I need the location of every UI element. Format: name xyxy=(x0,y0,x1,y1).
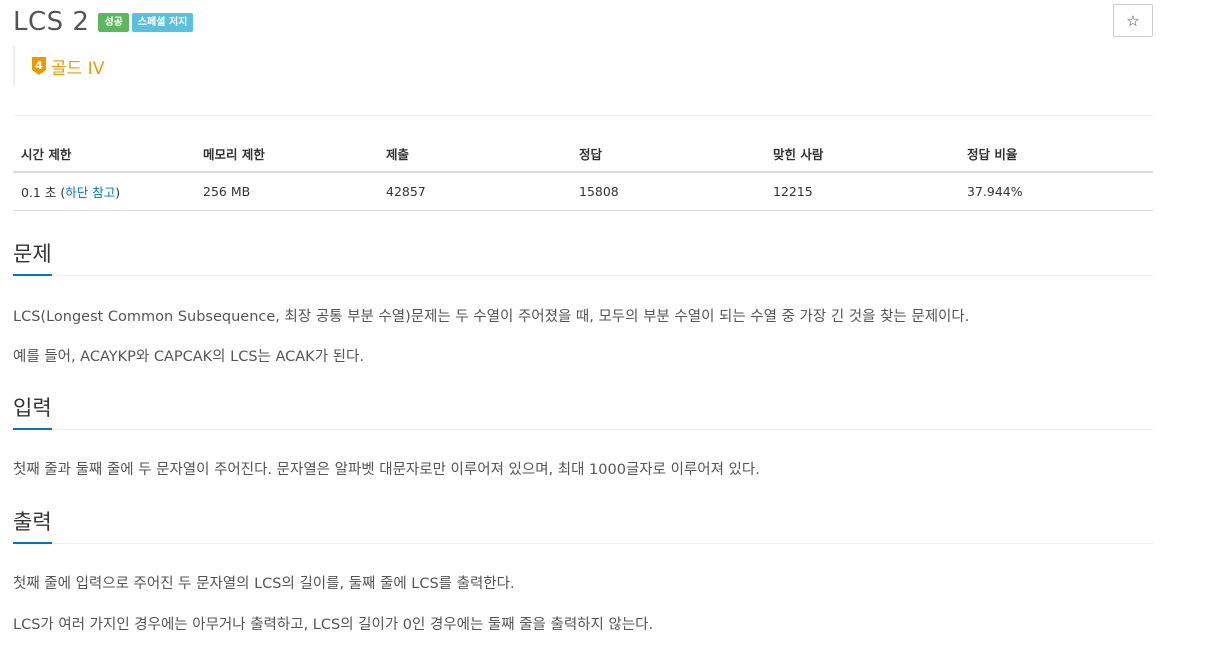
star-icon: ☆ xyxy=(1126,11,1140,30)
tier-badge-icon[interactable]: 4 xyxy=(31,56,47,76)
header-solvers: 맞힌 사람 xyxy=(765,136,959,173)
tier-label[interactable]: 골드 IV xyxy=(51,54,104,79)
time-limit-value: 0.1 초 xyxy=(21,185,61,200)
description-section-header: 문제 xyxy=(13,238,1153,276)
output-paragraph: 첫째 줄에 입력으로 주어진 두 문자열의 LCS의 길이를, 둘째 줄에 LC… xyxy=(13,576,515,592)
output-paragraph: LCS가 여러 가지인 경우에는 아무거나 출력하고, LCS의 길이가 0인 … xyxy=(13,617,654,633)
description-heading: 문제 xyxy=(13,238,52,276)
status-badge-success: 성공 xyxy=(98,12,129,32)
time-note-link[interactable]: 하단 참고 xyxy=(65,185,115,200)
header-memory-limit: 메모리 제한 xyxy=(195,136,378,173)
solvers-value: 12215 xyxy=(765,172,959,211)
time-note-close: ) xyxy=(115,185,121,200)
ratio-value: 37.944% xyxy=(959,172,1153,211)
header-submissions: 제출 xyxy=(378,136,571,173)
problem-info-table: 시간 제한 메모리 제한 제출 정답 맞힌 사람 정답 비율 0.1 초 (하단… xyxy=(13,136,1153,211)
tier-number: 4 xyxy=(35,59,43,72)
problem-page: LCS 2 성공 스페셜 저지 ☆ 4 골드 IV 시간 제한 메모리 제한 제… xyxy=(0,0,1222,647)
memory-limit-value: 256 MB xyxy=(195,172,378,211)
tier-block: 4 골드 IV xyxy=(13,46,104,86)
description-paragraph: LCS(Longest Common Subsequence, 최장 공통 부분… xyxy=(13,309,970,325)
submissions-value: 42857 xyxy=(378,172,571,211)
output-section-header: 출력 xyxy=(13,506,1153,544)
divider xyxy=(13,115,1153,116)
table-header-row: 시간 제한 메모리 제한 제출 정답 맞힌 사람 정답 비율 xyxy=(13,136,1153,173)
star-button[interactable]: ☆ xyxy=(1113,4,1153,37)
description-paragraph: 예를 들어, ACAYKP와 CAPCAK의 LCS는 ACAK가 된다. xyxy=(13,349,364,365)
title-row: LCS 2 성공 스페셜 저지 xyxy=(13,4,194,40)
header-time-limit: 시간 제한 xyxy=(13,136,195,173)
input-paragraph: 첫째 줄과 둘째 줄에 두 문자열이 주어진다. 문자열은 알파벳 대문자로만 … xyxy=(13,462,760,478)
output-heading: 출력 xyxy=(13,506,52,544)
input-section-header: 입력 xyxy=(13,392,1153,430)
table-row: 0.1 초 (하단 참고) 256 MB 42857 15808 12215 3… xyxy=(13,172,1153,211)
problem-title: LCS 2 xyxy=(13,7,90,37)
input-heading: 입력 xyxy=(13,392,52,430)
header-accepted: 정답 xyxy=(571,136,765,173)
header-ratio: 정답 비율 xyxy=(959,136,1153,173)
time-limit-cell: 0.1 초 (하단 참고) xyxy=(13,172,195,211)
accepted-value: 15808 xyxy=(571,172,765,211)
special-judge-badge: 스페셜 저지 xyxy=(131,12,194,32)
